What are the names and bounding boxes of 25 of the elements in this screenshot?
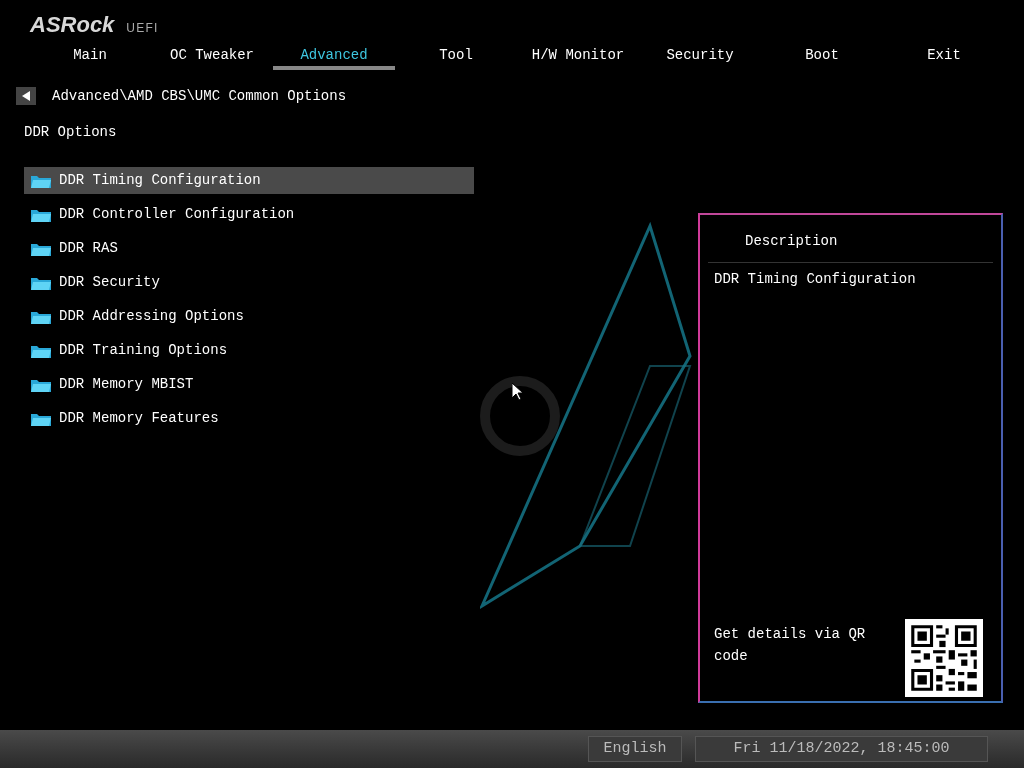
- menu-tab[interactable]: OC Tweaker: [151, 44, 273, 70]
- qr-hint: Get details via QR code: [714, 625, 867, 666]
- description-title: Description: [708, 215, 993, 263]
- menu-item[interactable]: DDR Addressing Options: [24, 303, 474, 330]
- menu-item[interactable]: DDR RAS: [24, 235, 474, 262]
- section-title: DDR Options: [23, 123, 118, 142]
- menu-item[interactable]: DDR Memory Features: [24, 405, 474, 432]
- menu-tab[interactable]: Exit: [883, 44, 1005, 70]
- menu-tab[interactable]: H/W Monitor: [517, 44, 639, 70]
- description-text: DDR Timing Configuration: [713, 270, 917, 289]
- menu-tab[interactable]: Advanced: [273, 44, 395, 70]
- date-time-display: Fri 11/18/2022, 18:45:00: [695, 736, 988, 762]
- logo-suffix: UEFI: [126, 22, 159, 36]
- menu-item[interactable]: DDR Timing Configuration: [24, 167, 474, 194]
- menu-tab[interactable]: Tool: [395, 44, 517, 70]
- menu-tab[interactable]: Security: [639, 44, 761, 70]
- menu-item[interactable]: DDR Security: [24, 269, 474, 296]
- menu-tab[interactable]: Boot: [761, 44, 883, 70]
- menu-item[interactable]: DDR Training Options: [24, 337, 474, 364]
- menu-tab[interactable]: Main: [29, 44, 151, 70]
- language-button[interactable]: English: [588, 736, 682, 762]
- brand-logo: ASRock: [30, 14, 115, 36]
- menu-item[interactable]: DDR Controller Configuration: [24, 201, 474, 228]
- breadcrumb-path: Advanced\AMD CBS\UMC Common Options: [52, 86, 347, 106]
- menu-item[interactable]: DDR Memory MBIST: [24, 371, 474, 398]
